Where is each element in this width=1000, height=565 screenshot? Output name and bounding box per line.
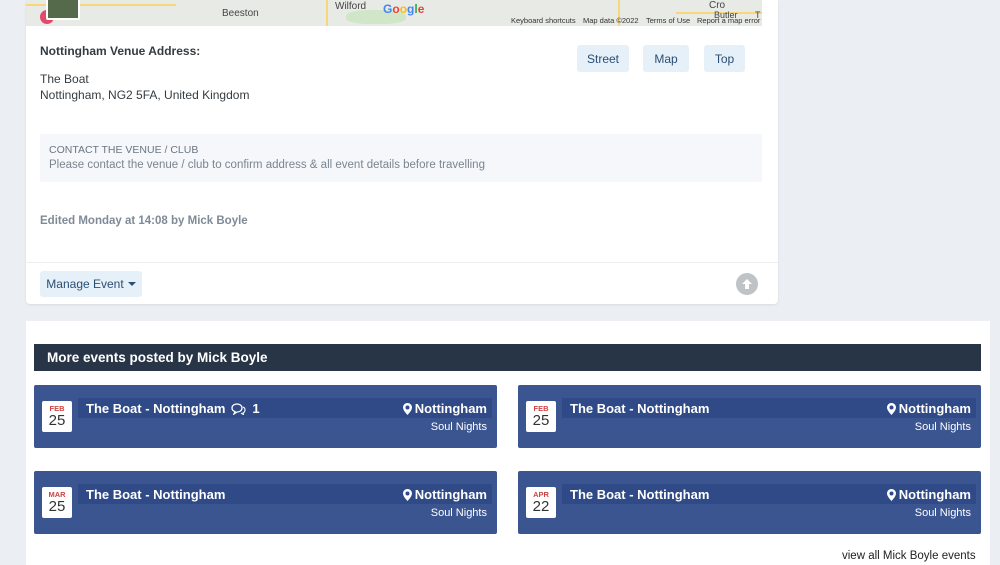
event-category[interactable]: Soul Nights [431,507,487,519]
caret-down-icon [127,282,136,286]
scroll-to-top-icon[interactable] [736,273,758,295]
comment-count: 1 [252,401,260,416]
event-category[interactable]: Soul Nights [431,421,487,433]
event-day: 25 [48,498,66,515]
notice-title: CONTACT THE VENUE / CLUB [49,144,199,156]
event-date-badge: MAR 25 [42,487,72,518]
event-title-text: The Boat - Nottingham [86,401,226,416]
map-road [326,0,328,26]
event-date-badge: FEB 25 [42,401,72,432]
event-title-text: The Boat - Nottingham [570,401,710,416]
event-tile[interactable]: FEB 25 The Boat - Nottingham 1 Nottingha… [34,385,497,448]
event-location-text: Nottingham [898,401,971,416]
map-marker-icon [886,402,896,415]
event-date-badge: APR 22 [526,487,556,518]
map-data-text: Map data ©2022 [583,16,639,25]
manage-event-button[interactable]: Manage Event [40,271,142,297]
event-category[interactable]: Soul Nights [915,421,971,433]
event-title[interactable]: The Boat - Nottingham 1 [86,401,260,416]
manage-event-label: Manage Event [46,277,124,291]
comments-icon [231,402,246,415]
event-category[interactable]: Soul Nights [915,507,971,519]
venue-name: The Boat [40,72,89,86]
event-tile[interactable]: MAR 25 The Boat - Nottingham Nottingham … [34,471,497,534]
event-title[interactable]: The Boat - Nottingham [570,487,709,502]
keyboard-shortcuts-link[interactable]: Keyboard shortcuts [511,16,576,25]
report-map-error-link[interactable]: Report a map error [697,16,760,25]
venue-address-heading: Nottingham Venue Address: [40,44,201,58]
more-events-heading: More events posted by Mick Boyle [34,344,981,371]
event-location-text: Nottingham [414,401,487,416]
street-view-thumbnail[interactable] [46,0,80,20]
map-marker-icon [402,488,412,501]
event-location: Nottingham [886,401,971,416]
event-title-text: The Boat - Nottingham [86,487,226,502]
map-label: Beeston [222,8,259,19]
event-location-text: Nottingham [414,487,487,502]
event-tile[interactable]: APR 22 The Boat - Nottingham Nottingham … [518,471,981,534]
map-marker-icon [886,488,896,501]
edited-info: Edited Monday at 14:08 by Mick Boyle [40,215,248,227]
event-day: 25 [532,412,550,429]
event-day: 25 [48,412,66,429]
event-location: Nottingham [402,487,487,502]
event-location: Nottingham [402,401,487,416]
event-location: Nottingham [886,487,971,502]
event-day: 22 [532,498,550,515]
card-footer: Manage Event [26,262,778,304]
venue-address: Nottingham, NG2 5FA, United Kingdom [40,88,250,102]
more-events-section: More events posted by Mick Boyle FEB 25 … [26,321,990,565]
event-title-text: The Boat - Nottingham [570,487,710,502]
google-logo: Google [383,2,425,16]
map-marker-icon [402,402,412,415]
event-tile[interactable]: FEB 25 The Boat - Nottingham Nottingham … [518,385,981,448]
event-title[interactable]: The Boat - Nottingham [86,487,225,502]
map-label: Wilford [335,1,367,12]
top-button[interactable]: Top [704,45,745,72]
event-card: Beeston Wilford Cro Butler T Google Keyb… [26,0,778,304]
event-title[interactable]: The Boat - Nottingham [570,401,709,416]
view-all-events-link[interactable]: view all Mick Boyle events [842,550,976,562]
terms-of-use-link[interactable]: Terms of Use [646,16,690,25]
contact-notice: CONTACT THE VENUE / CLUB Please contact … [40,134,762,182]
notice-text: Please contact the venue / club to confi… [49,159,485,171]
venue-map[interactable]: Beeston Wilford Cro Butler T Google Keyb… [26,0,762,26]
street-button[interactable]: Street [577,45,629,72]
event-date-badge: FEB 25 [526,401,556,432]
map-button[interactable]: Map [643,45,689,72]
event-location-text: Nottingham [898,487,971,502]
